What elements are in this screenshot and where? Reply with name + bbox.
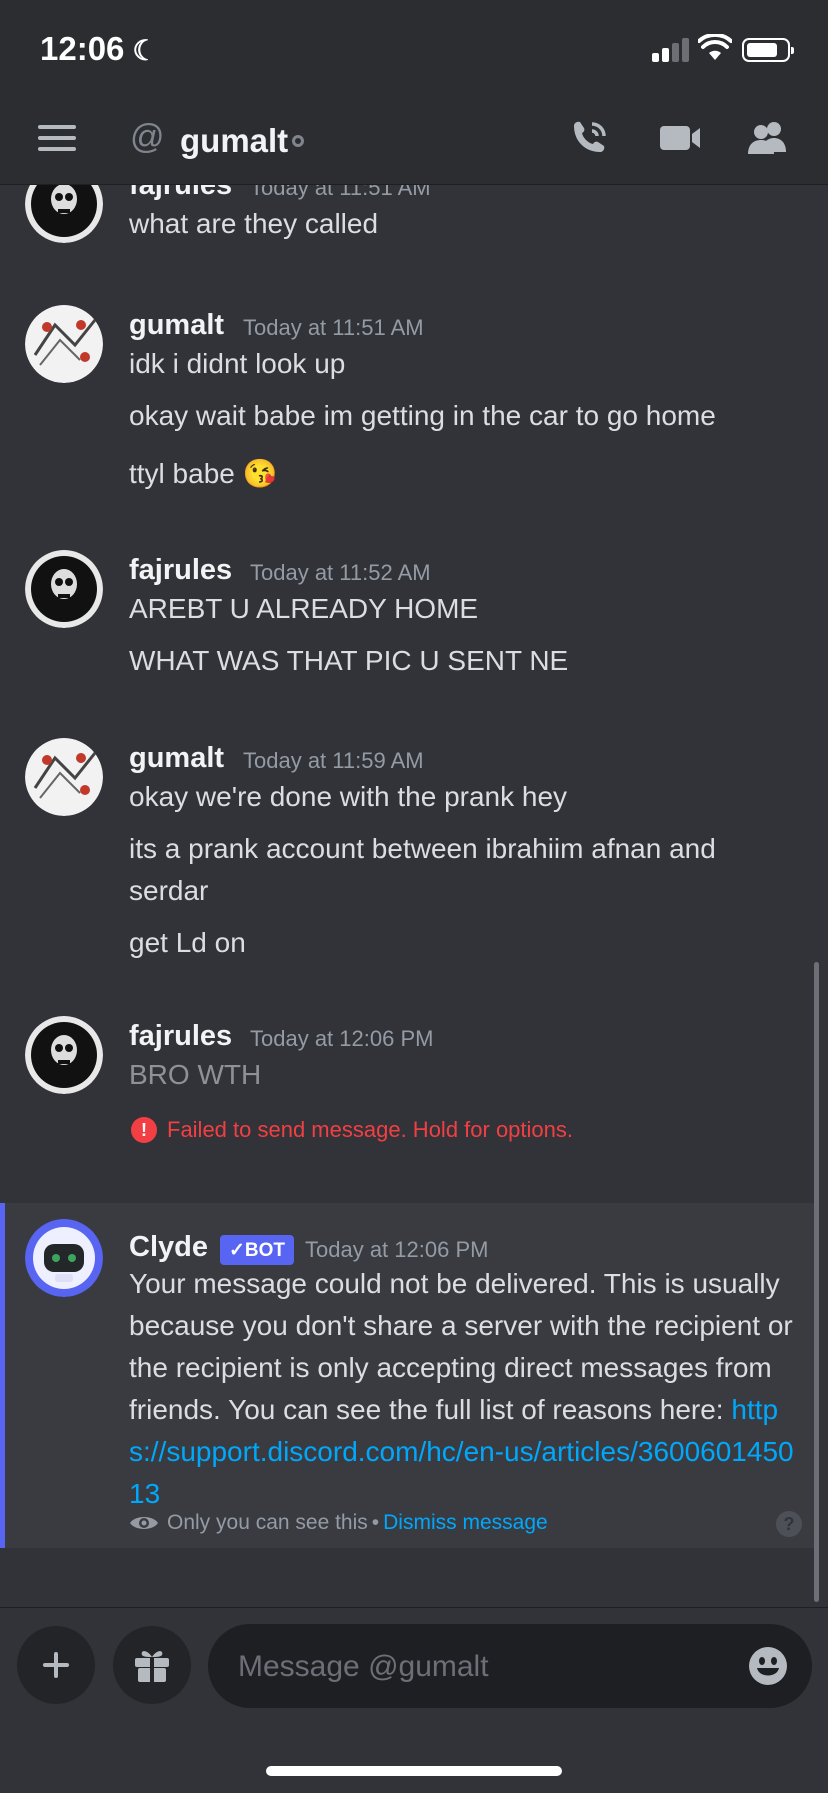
- gift-icon: [135, 1651, 169, 1682]
- message-text: get Ld on: [129, 927, 246, 958]
- wifi-icon: [698, 34, 732, 60]
- top-bar: 12:06 ☾ @ gumalt: [0, 0, 828, 185]
- footer-separator: •: [371, 1511, 380, 1534]
- error-icon: !: [131, 1117, 157, 1143]
- status-time: 12:06 ☾: [40, 30, 158, 67]
- message-text: WHAT WAS THAT PIC U SENT NE: [129, 645, 569, 676]
- message-author[interactable]: fajrules: [129, 1020, 232, 1053]
- video-call-button[interactable]: [658, 118, 702, 158]
- dismiss-message-link[interactable]: Dismiss message: [383, 1511, 548, 1535]
- message-timestamp: Today at 12:06 PM: [250, 1026, 434, 1051]
- gift-button[interactable]: [113, 1626, 191, 1704]
- cellular-signal-icon: [652, 38, 690, 62]
- clyde-text-body: Your message could not be delivered. Thi…: [129, 1268, 793, 1425]
- message-text: AREBT U ALREADY HOME: [129, 593, 479, 624]
- clyde-ephemeral-message[interactable]: Clyde ✓BOT Today at 12:06 PM Your messag…: [0, 1203, 818, 1548]
- message-author[interactable]: fajrules: [129, 554, 232, 587]
- message-list[interactable]: fajrules Today at 11:51 AM what are they…: [0, 185, 828, 1605]
- only-you-text: Only you can see this: [167, 1511, 368, 1534]
- message-text: serdar: [129, 875, 209, 906]
- offline-status-icon: [292, 135, 304, 147]
- ephemeral-footer: Only you can see this • Dismiss message: [129, 1511, 548, 1535]
- clyde-message-text: Your message could not be delivered. Thi…: [129, 1263, 809, 1515]
- message-text: ttyl babe 😘: [129, 458, 278, 489]
- plus-icon: [43, 1652, 69, 1678]
- message-timestamp: Today at 11:52 AM: [250, 560, 431, 585]
- dm-at-icon: @: [130, 118, 165, 156]
- message-timestamp: Today at 11:51 AM: [250, 185, 431, 200]
- clyde-avatar[interactable]: [25, 1219, 103, 1297]
- battery-icon: [742, 38, 794, 62]
- eye-icon: [130, 1517, 158, 1529]
- voice-call-button[interactable]: [568, 118, 612, 158]
- message-author[interactable]: Clyde: [129, 1231, 208, 1264]
- menu-button[interactable]: [38, 125, 76, 151]
- avatar[interactable]: [25, 1016, 103, 1094]
- scrollbar[interactable]: [814, 962, 819, 1602]
- avatar[interactable]: [25, 738, 103, 816]
- help-icon[interactable]: ?: [776, 1511, 802, 1537]
- message-text: its a prank account between ibrahiim afn…: [129, 833, 716, 864]
- message-text: what are they called: [129, 208, 379, 239]
- message-timestamp: Today at 11:51 AM: [243, 315, 424, 340]
- moon-icon: ☾: [132, 35, 158, 66]
- send-error-text: Failed to send message. Hold for options…: [167, 1117, 574, 1142]
- avatar[interactable]: [25, 550, 103, 628]
- failed-message-text[interactable]: BRO WTH: [129, 1054, 261, 1096]
- home-indicator[interactable]: [266, 1766, 562, 1776]
- send-error-notice[interactable]: ! Failed to send message. Hold for optio…: [131, 1117, 573, 1143]
- message-input-container[interactable]: [208, 1624, 812, 1710]
- message-author[interactable]: gumalt: [129, 309, 224, 342]
- message-author[interactable]: gumalt: [129, 742, 224, 775]
- avatar[interactable]: [25, 305, 103, 383]
- message-text: okay wait babe im getting in the car to …: [129, 400, 716, 431]
- message-author[interactable]: fajrules: [129, 185, 232, 202]
- message-timestamp: Today at 12:06 PM: [305, 1237, 489, 1262]
- members-button[interactable]: [746, 118, 790, 158]
- avatar[interactable]: [25, 185, 103, 243]
- message-text: okay we're done with the prank hey: [129, 781, 568, 812]
- message-timestamp: Today at 11:59 AM: [243, 748, 424, 773]
- attach-plus-button[interactable]: [17, 1626, 95, 1704]
- message-input[interactable]: [236, 1624, 720, 1710]
- emoji-button[interactable]: [748, 1646, 788, 1686]
- bot-badge: ✓BOT: [220, 1235, 295, 1265]
- message-text: idk i didnt look up: [129, 348, 346, 379]
- dm-title[interactable]: gumalt: [180, 122, 288, 160]
